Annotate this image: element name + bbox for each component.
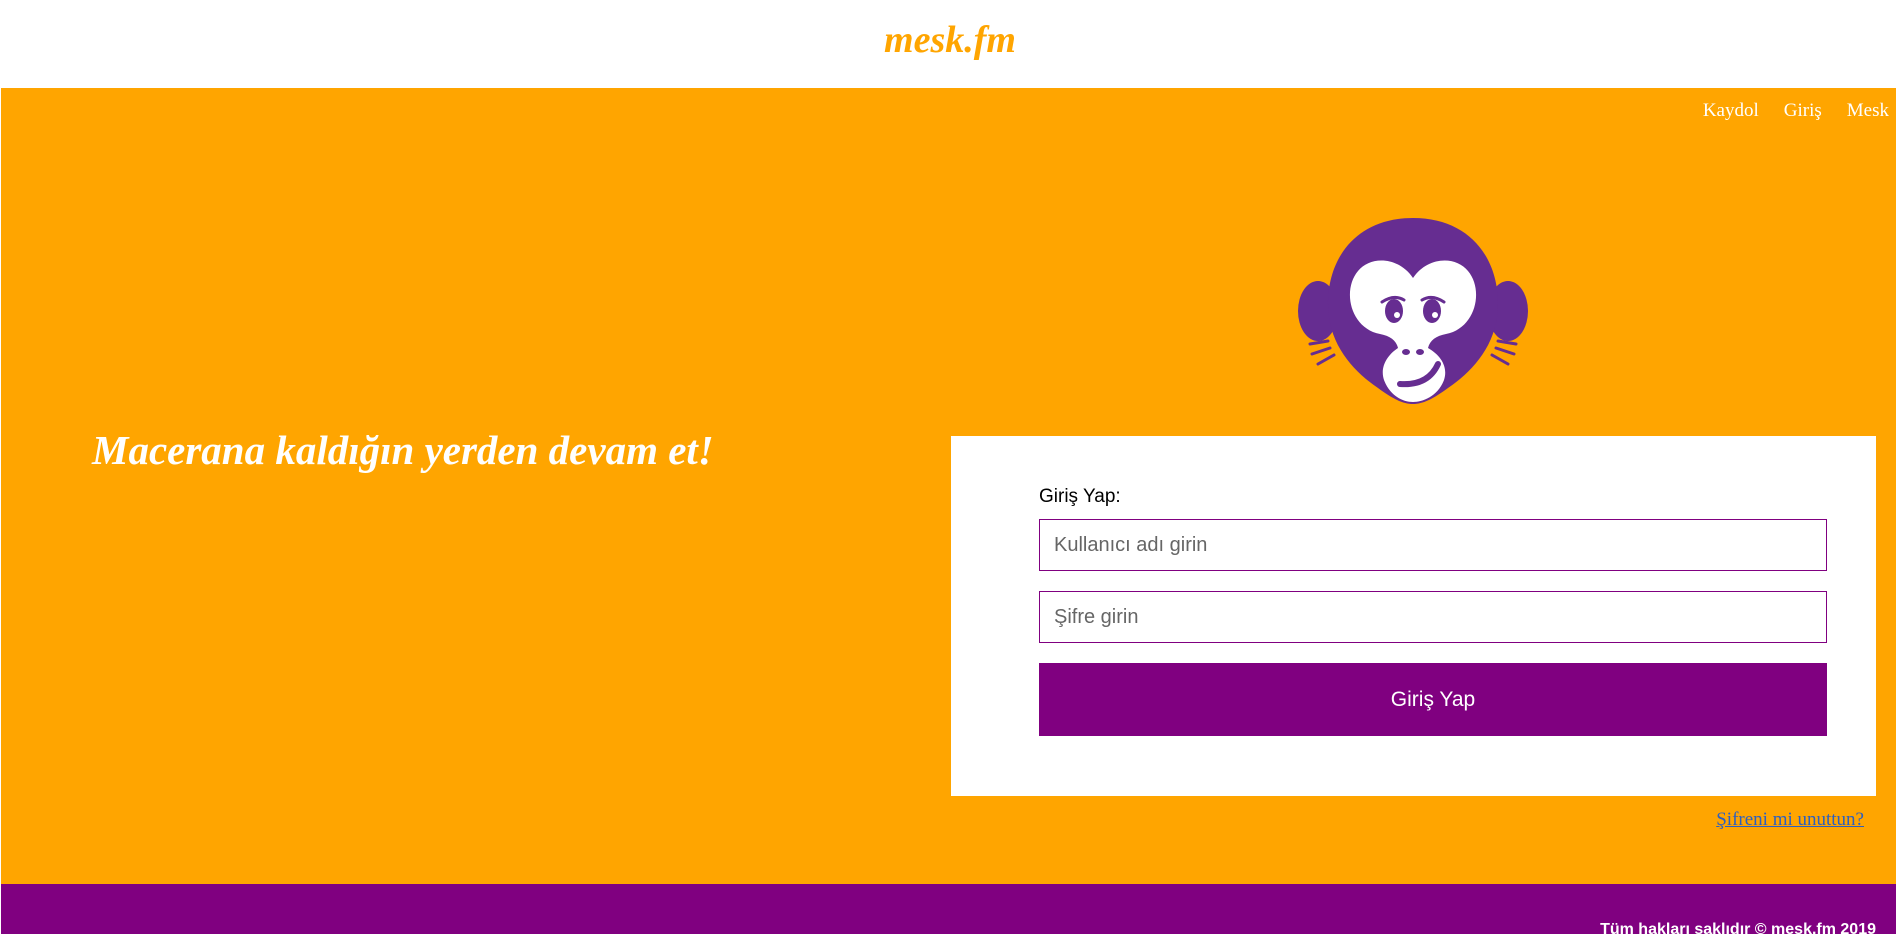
- forgot-password-link[interactable]: Şifreni mi unuttun?: [1716, 809, 1864, 831]
- top-header: mesk.fm: [0, 0, 1896, 88]
- site-footer: Tüm hakları saklıdır © mesk.fm 2019: [1, 884, 1896, 934]
- username-input[interactable]: [1039, 519, 1827, 571]
- nav-item-login[interactable]: Giriş: [1784, 100, 1822, 122]
- login-submit-button[interactable]: Giriş Yap: [1039, 663, 1827, 736]
- hero-tagline: Macerana kaldığın yerden devam et!: [92, 427, 714, 473]
- password-input[interactable]: [1039, 591, 1827, 643]
- monkey-head-icon: [1298, 218, 1528, 404]
- copyright-text: Tüm hakları saklıdır © mesk.fm 2019: [1600, 921, 1876, 934]
- nav-item-register[interactable]: Kaydol: [1703, 100, 1759, 122]
- login-form-label: Giriş Yap:: [1039, 486, 1121, 507]
- login-card: Giriş Yap: Giriş Yap: [951, 436, 1876, 796]
- nav-item-mesk[interactable]: Mesk: [1847, 100, 1889, 122]
- top-nav: Kaydol Giriş Mesk: [1703, 100, 1889, 122]
- site-logo[interactable]: mesk.fm: [0, 18, 1896, 62]
